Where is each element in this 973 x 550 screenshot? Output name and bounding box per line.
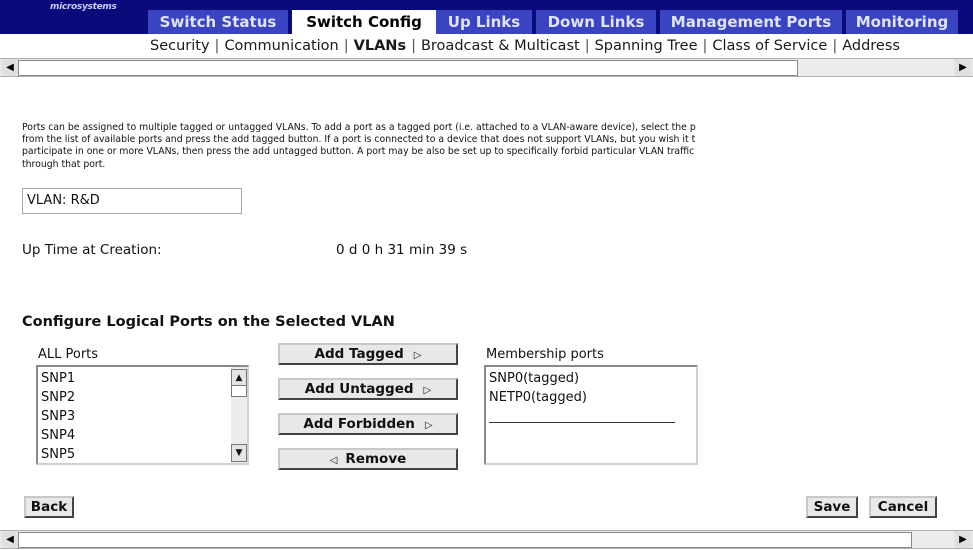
bottom-horizontal-scrollbar[interactable]: ◀ ▶	[0, 530, 973, 549]
scroll-left-icon[interactable]: ◀	[2, 531, 18, 548]
subnav-separator: |	[411, 38, 416, 54]
port-option[interactable]: SNP1	[41, 369, 75, 388]
subnav-broadcast-multicast[interactable]: Broadcast & Multicast	[421, 38, 580, 54]
remove-label: Remove	[345, 451, 407, 467]
port-option[interactable]: SNP5	[41, 445, 75, 464]
tab-down-links[interactable]: Down Links	[536, 10, 656, 34]
subnav-spanning-tree[interactable]: Spanning Tree	[595, 38, 698, 54]
sub-navigation: Security | Communication | VLANs | Broadcast &…	[0, 34, 973, 58]
subnav-separator: |	[832, 38, 838, 54]
scrollbar-track[interactable]	[912, 531, 954, 548]
top-horizontal-scrollbar[interactable]: ◀ ▶	[0, 58, 973, 77]
add-untagged-button[interactable]: Add Untagged ▷	[278, 378, 458, 400]
all-ports-list[interactable]: SNP1 SNP2 SNP3 SNP4 SNP5 ▲ ▼	[36, 365, 249, 465]
subnav-class-of-service[interactable]: Class of Service	[712, 38, 827, 54]
section-title: Configure Logical Ports on the Selected …	[22, 314, 395, 330]
scrollbar-track[interactable]	[798, 59, 954, 76]
scroll-down-icon[interactable]: ▼	[231, 444, 247, 462]
membership-ports-label: Membership ports	[486, 347, 604, 362]
port-option[interactable]: SNP2	[41, 388, 75, 407]
description-line: through that port.	[22, 158, 106, 170]
add-untagged-label: Add Untagged	[304, 381, 414, 397]
subnav-address[interactable]: Address	[842, 38, 900, 54]
port-option[interactable]: SNP3	[41, 407, 75, 426]
description-line: Ports can be assigned to multiple tagged…	[22, 122, 696, 133]
membership-option[interactable]: SNP0(tagged)	[489, 369, 579, 388]
tab-up-links[interactable]: Up Links	[436, 10, 532, 34]
subnav-separator: |	[584, 38, 590, 54]
subnav-separator: |	[702, 38, 708, 54]
tab-switch-config[interactable]: Switch Config	[292, 10, 436, 34]
uptime-value: 0 d 0 h 31 min 39 s	[336, 242, 468, 258]
add-tagged-label: Add Tagged	[314, 346, 404, 362]
cancel-button[interactable]: Cancel	[869, 496, 937, 518]
scrollbar-thumb[interactable]	[18, 532, 912, 548]
subnav-communication[interactable]: Communication	[224, 38, 338, 54]
tab-switch-status[interactable]: Switch Status	[148, 10, 288, 34]
ports-list-scrollbar[interactable]: ▲ ▼	[231, 367, 247, 463]
left-arrow-icon: ◁	[329, 455, 338, 466]
right-arrow-icon: ▷	[413, 350, 422, 361]
scrollbar-thumb[interactable]	[18, 60, 798, 76]
vlan-description: Ports can be assigned to multiple tagged…	[22, 122, 962, 171]
description-line: participate in one or more VLANs, then p…	[22, 146, 695, 158]
all-ports-label: ALL Ports	[38, 347, 99, 362]
scroll-right-icon[interactable]: ▶	[955, 531, 971, 548]
uptime-label: Up Time at Creation:	[22, 242, 162, 258]
tab-monitoring[interactable]: Monitoring	[846, 10, 958, 34]
add-forbidden-button[interactable]: Add Forbidden ▷	[278, 413, 458, 435]
subnav-vlans[interactable]: VLANs	[354, 38, 406, 54]
tab-management-ports[interactable]: Management Ports	[660, 10, 842, 34]
membership-ports-list[interactable]: SNP0(tagged) NETP0(tagged)	[484, 365, 698, 465]
right-arrow-icon: ▷	[424, 420, 433, 431]
scroll-right-icon[interactable]: ▶	[955, 59, 971, 76]
save-button[interactable]: Save	[806, 496, 858, 518]
scroll-left-icon[interactable]: ◀	[2, 59, 18, 76]
description-line: from the list of available ports and pre…	[22, 134, 696, 146]
subnav-separator: |	[343, 38, 349, 54]
port-option[interactable]: SNP4	[41, 426, 75, 445]
back-button[interactable]: Back	[24, 496, 74, 518]
add-tagged-button[interactable]: Add Tagged ▷	[278, 343, 458, 365]
remove-button[interactable]: ◁ Remove	[278, 448, 458, 470]
subnav-security[interactable]: Security	[150, 38, 210, 54]
list-divider	[489, 422, 675, 423]
add-forbidden-label: Add Forbidden	[303, 416, 415, 432]
brand-logo: microsystems	[50, 2, 117, 12]
subnav-separator: |	[214, 38, 220, 54]
membership-option[interactable]: NETP0(tagged)	[489, 388, 587, 407]
vlan-name-field: VLAN: R&D	[22, 188, 242, 214]
right-arrow-icon: ▷	[423, 385, 432, 396]
list-scroll-thumb[interactable]	[231, 385, 247, 397]
